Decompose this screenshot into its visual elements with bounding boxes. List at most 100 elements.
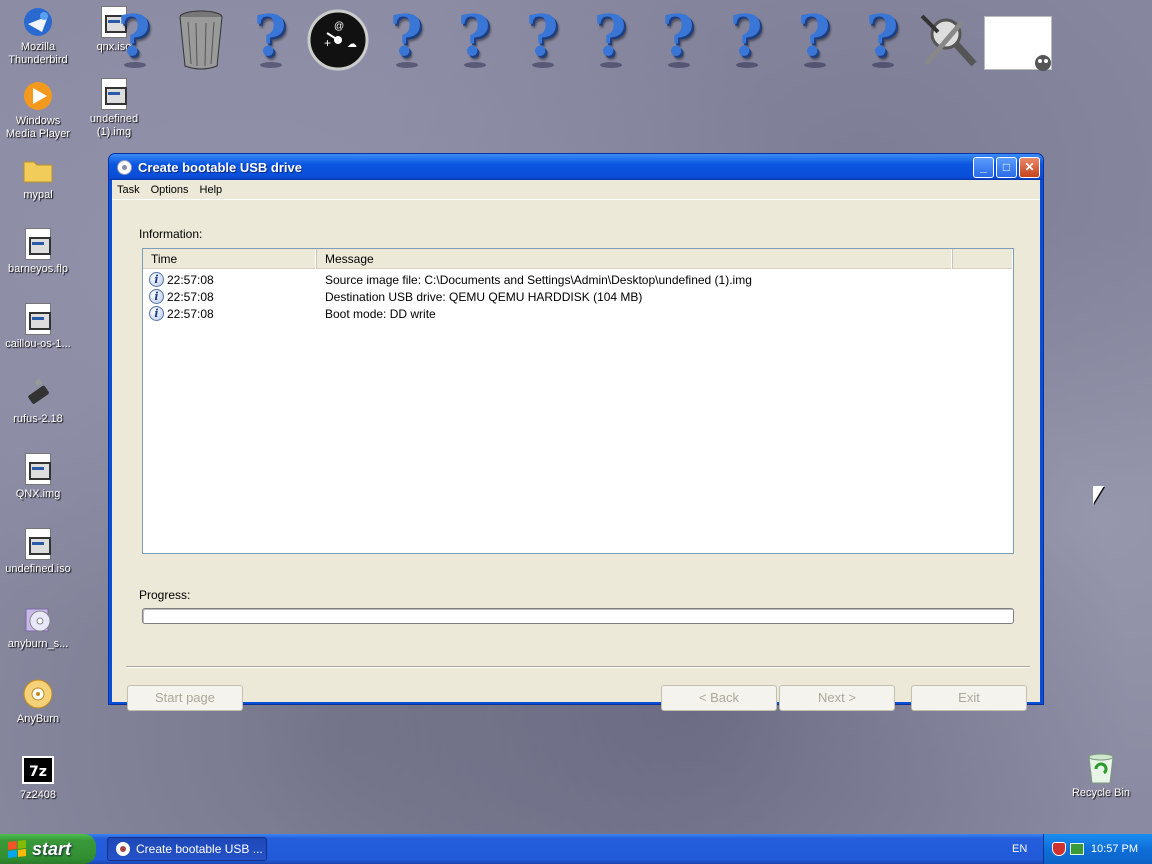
dock-help-icon[interactable]: ?	[586, 6, 634, 70]
svg-text:+: +	[324, 36, 331, 50]
windows-logo-icon	[8, 840, 26, 858]
maximize-button[interactable]: □	[996, 156, 1017, 178]
start-button[interactable]: start	[0, 834, 96, 864]
log-row[interactable]: i 22:57:08 Source image file: C:\Document…	[143, 271, 1013, 288]
maximize-icon: □	[1002, 160, 1011, 174]
dock-help-icon[interactable]: ?	[382, 6, 430, 70]
desktop-icon-label: rufus-2.18	[13, 413, 63, 425]
close-button[interactable]: ✕	[1019, 156, 1040, 178]
usb-drive-icon	[22, 378, 54, 410]
system-tray: 10:57 PM	[1043, 834, 1152, 864]
desktop-icon-anyburn-setup[interactable]: anyburn_s...	[0, 603, 76, 651]
svg-text:7z: 7z	[29, 764, 47, 780]
info-icon: i	[149, 306, 164, 321]
dock-help-icon[interactable]: ?	[450, 6, 498, 70]
log-time: 22:57:08	[167, 306, 214, 321]
usb-dialog-window: Create bootable USB drive _ □ ✕ Task Opt…	[108, 153, 1044, 711]
dock-help-icon[interactable]: ?	[246, 6, 294, 70]
log-list[interactable]: Time Message i 22:57:08 Source image file…	[142, 248, 1014, 554]
desktop-icon-undefined-1-img[interactable]: undefined (1).img	[76, 78, 152, 139]
desktop-icon-label: barneyos.flp	[8, 263, 68, 275]
taskbar-window-label: Create bootable USB ...	[136, 842, 263, 856]
app-icon	[116, 842, 130, 856]
column-time[interactable]: Time	[143, 249, 317, 269]
recycle-bin-icon	[1085, 752, 1117, 784]
log-message: Destination USB drive: QEMU QEMU HARDDIS…	[325, 289, 643, 304]
desktop-icon-barneyos[interactable]: barneyos.flp	[0, 228, 76, 276]
progress-label: Progress:	[139, 588, 191, 602]
thunderbird-icon	[22, 6, 54, 38]
next-button[interactable]: Next >	[779, 685, 895, 711]
desktop-icon-undefined-iso[interactable]: undefined.iso	[0, 528, 76, 576]
menu-bar: Task Options Help	[112, 180, 1040, 200]
desktop-icon-label: mypal	[23, 189, 53, 201]
dock-trash-icon[interactable]	[176, 8, 226, 70]
clock[interactable]: 10:57 PM	[1091, 843, 1138, 855]
column-message[interactable]: Message	[317, 249, 953, 269]
log-message: Source image file: C:\Documents and Sett…	[325, 272, 752, 287]
anyburn-icon	[22, 678, 54, 710]
dialog-client-area: Task Options Help Information: Time Mess…	[112, 180, 1040, 711]
log-row[interactable]: i 22:57:08 Boot mode: DD write	[143, 305, 1013, 322]
info-icon: i	[149, 289, 164, 304]
desktop-icon-label: 7z2408	[19, 789, 57, 801]
desktop-icon-label: caillou-os-1...	[5, 338, 71, 350]
info-icon: i	[149, 272, 164, 287]
taskbar: start Create bootable USB ... EN 10:57 P…	[0, 834, 1152, 864]
dock-dashboard-icon[interactable]: + @ ☁	[307, 9, 369, 71]
minimize-button[interactable]: _	[973, 156, 994, 178]
dock-help-icon[interactable]: ?	[110, 6, 158, 70]
dock-help-icon[interactable]: ?	[858, 6, 906, 70]
desktop-icon-label: Recycle Bin	[1071, 787, 1131, 799]
log-time: 22:57:08	[167, 272, 214, 287]
image-file-icon	[22, 228, 54, 260]
desktop-icon-label: Windows Media Player	[5, 115, 71, 140]
desktop-icon-media-player[interactable]: Windows Media Player	[0, 80, 76, 141]
desktop-icon-mypal[interactable]: mypal	[0, 154, 76, 202]
menu-options[interactable]: Options	[151, 184, 189, 196]
log-row[interactable]: i 22:57:08 Destination USB drive: QEMU QE…	[143, 288, 1013, 305]
information-label: Information:	[139, 227, 203, 241]
desktop-icon-qnx-img[interactable]: QNX.img	[0, 453, 76, 501]
log-message: Boot mode: DD write	[325, 306, 436, 321]
svg-text:@: @	[334, 21, 344, 32]
desktop-icon-label: AnyBurn	[16, 713, 60, 725]
language-indicator[interactable]: EN	[1012, 834, 1027, 864]
dock-help-icon[interactable]: ?	[654, 6, 702, 70]
dock-window-icon[interactable]	[984, 16, 1052, 71]
desktop-icon-caillou[interactable]: caillou-os-1...	[0, 303, 76, 351]
security-shield-icon[interactable]	[1052, 842, 1066, 856]
7zip-icon: 7z	[22, 754, 54, 786]
desktop-icon-thunderbird[interactable]: Mozilla Thunderbird	[0, 6, 76, 67]
network-icon[interactable]	[1070, 843, 1084, 855]
minimize-icon: _	[980, 160, 987, 174]
desktop-icon-anyburn[interactable]: AnyBurn	[0, 678, 76, 726]
dock-utility-icon[interactable]	[918, 8, 980, 70]
desktop-icon-recycle-bin[interactable]: Recycle Bin	[1063, 752, 1139, 800]
menu-task[interactable]: Task	[117, 184, 140, 196]
menu-help[interactable]: Help	[200, 184, 223, 196]
progress-bar	[142, 608, 1014, 624]
desktop-icon-label: undefined.iso	[5, 563, 71, 575]
log-time: 22:57:08	[167, 289, 214, 304]
desktop-icon-7zip[interactable]: 7z 7z2408	[0, 754, 76, 802]
divider	[126, 666, 1030, 668]
title-bar[interactable]: Create bootable USB drive _ □ ✕	[109, 154, 1043, 180]
log-list-header: Time Message	[143, 249, 1013, 269]
taskbar-window-button[interactable]: Create bootable USB ...	[107, 837, 267, 861]
desktop-icon-label: anyburn_s...	[7, 638, 69, 650]
exit-button[interactable]: Exit	[911, 685, 1027, 711]
dock-help-icon[interactable]: ?	[518, 6, 566, 70]
image-file-icon	[98, 78, 130, 110]
dock-help-icon[interactable]: ?	[790, 6, 838, 70]
desktop-icon-rufus[interactable]: rufus-2.18	[0, 378, 76, 426]
start-page-button[interactable]: Start page	[127, 685, 243, 711]
close-icon: ✕	[1024, 160, 1035, 174]
image-file-icon	[22, 303, 54, 335]
image-file-icon	[22, 453, 54, 485]
back-button[interactable]: < Back	[661, 685, 777, 711]
desktop-icon-label: QNX.img	[15, 488, 61, 500]
dock-help-icon[interactable]: ?	[722, 6, 770, 70]
column-extra	[953, 249, 1013, 269]
app-icon	[117, 159, 132, 175]
